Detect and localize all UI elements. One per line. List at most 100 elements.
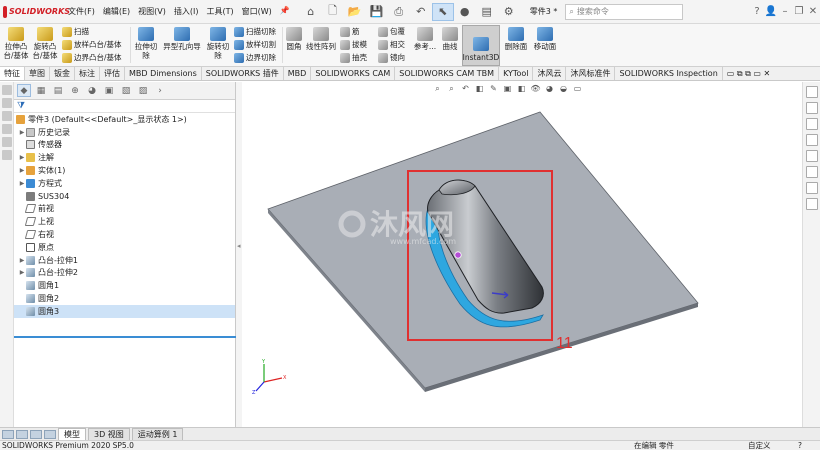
tab-mufeng-cloud[interactable]: 沐风云 <box>533 67 567 80</box>
revolve-boss-button[interactable]: 旋转凸 台/基体 <box>31 27 59 60</box>
expand-arrow-icon[interactable]: ▶ <box>18 129 26 136</box>
property-manager-tab-icon[interactable]: ▦ <box>34 84 48 97</box>
draft-button[interactable]: 拔模 <box>340 38 367 51</box>
tree-item-fillet3[interactable]: 圆角3 <box>14 304 235 318</box>
move-face-button[interactable]: 移动面 <box>530 27 560 51</box>
expand-arrow-icon[interactable]: ▶ <box>18 154 26 161</box>
extrude-boss-button[interactable]: 拉伸凸 台/基体 <box>2 27 30 60</box>
search-commands-input[interactable]: ⌕ 搜索命令 <box>565 3 684 20</box>
boundary-cut-button[interactable]: 边界切除 <box>234 51 276 64</box>
lofted-cut-button[interactable]: 放样切割 <box>234 38 276 51</box>
collapse-arrow-icon[interactable]: ◂ <box>237 242 241 250</box>
display-manager-tab-icon[interactable]: ◕ <box>85 84 99 97</box>
last-tab-nav-icon[interactable] <box>44 429 56 439</box>
expand-arrow-icon[interactable]: ▶ <box>18 269 26 276</box>
tab-evaluate[interactable]: 评估 <box>100 67 125 80</box>
intersect-button[interactable]: 相交 <box>378 38 405 51</box>
appearances-icon[interactable] <box>806 150 818 162</box>
pivot-point-marker[interactable] <box>454 251 462 259</box>
tree-item-boss-extrude2[interactable]: ▶ 凸台-拉伸2 <box>14 267 235 280</box>
tab-model[interactable]: 模型 <box>58 428 86 440</box>
dimxpert-tab-icon[interactable]: ⊕ <box>68 84 82 97</box>
menu-file[interactable]: 文件(F) <box>64 6 99 17</box>
select-pointer-icon[interactable]: ⬉ <box>431 2 454 21</box>
tree-item-fillet2[interactable]: 圆角2 <box>14 292 235 305</box>
revolve-cut-button[interactable]: 旋转切 除 <box>204 27 232 60</box>
solidworks-resources-icon[interactable] <box>806 86 818 98</box>
3dexperience-icon[interactable] <box>806 182 818 194</box>
tree-item-solid-bodies[interactable]: ▶ 实体(1) <box>14 164 235 177</box>
tab-inspection[interactable]: SOLIDWORKS Inspection <box>615 67 723 80</box>
next-tab-nav-icon[interactable] <box>30 429 42 439</box>
help-icon[interactable]: ? <box>798 441 802 450</box>
tab-mbd-dimensions[interactable]: MBD Dimensions <box>125 67 202 80</box>
rebuild-icon[interactable]: ● <box>454 3 476 21</box>
delete-face-button[interactable]: 删除面 <box>503 27 529 51</box>
cam-tbm-tab-icon[interactable]: ▧ <box>119 84 133 97</box>
tab-cam-tbm[interactable]: SOLIDWORKS CAM TBM <box>395 67 500 80</box>
home-icon[interactable]: ⌂ <box>300 3 322 21</box>
inspection-tab-icon[interactable]: ▨ <box>136 84 150 97</box>
pin-icon[interactable]: 📌 <box>276 6 294 17</box>
feature-tree-tab-icon[interactable]: ◆ <box>17 84 31 97</box>
tab-sketch[interactable]: 草图 <box>25 67 50 80</box>
graphics-viewport[interactable]: ⌕ ⌕ ↶ ◧ ✎ ▣ ◧ 👁 ◕ ◒ ▭ 11 沐风网 www.mfcad.c… <box>242 82 802 427</box>
tab-sheet-metal[interactable]: 钣金 <box>50 67 75 80</box>
tree-item-history[interactable]: ▶ 历史记录 <box>14 126 235 139</box>
fillet-button[interactable]: 圆角 <box>284 27 304 51</box>
options-gear-icon[interactable]: ⚙ <box>498 3 520 21</box>
cam-tab-icon[interactable]: ▣ <box>102 84 116 97</box>
swept-cut-button[interactable]: 扫描切除 <box>234 25 276 38</box>
tree-item-origin[interactable]: 原点 <box>14 241 235 254</box>
menu-view[interactable]: 视图(V) <box>134 6 170 17</box>
view-palette-icon[interactable] <box>806 134 818 146</box>
menu-tools[interactable]: 工具(T) <box>202 6 237 17</box>
tree-item-sensors[interactable]: 传感器 <box>14 139 235 152</box>
minimize-icon[interactable]: – <box>778 6 792 17</box>
file-explorer-icon[interactable] <box>806 118 818 130</box>
tab-mufeng-parts[interactable]: 沐风标准件 <box>566 67 616 80</box>
new-document-icon[interactable]: 🗋 <box>322 3 344 21</box>
wrap-button[interactable]: 包覆 <box>378 25 405 38</box>
expand-arrow-icon[interactable]: ▶ <box>18 180 26 187</box>
tab-features[interactable]: 特征 <box>0 67 25 80</box>
rollback-bar[interactable] <box>14 336 236 338</box>
file-properties-icon[interactable]: ▤ <box>476 3 498 21</box>
status-units[interactable]: 自定义 <box>748 441 771 450</box>
instant3d-button[interactable]: Instant3D <box>462 25 500 66</box>
configuration-tab-icon[interactable]: ▤ <box>51 84 65 97</box>
design-library-icon[interactable] <box>806 102 818 114</box>
tree-item-front-plane[interactable]: 前视 <box>14 203 235 216</box>
menu-edit[interactable]: 编辑(E) <box>99 6 134 17</box>
boundary-boss-button[interactable]: 边界凸台/基体 <box>62 51 122 64</box>
custom-properties-icon[interactable] <box>806 166 818 178</box>
tree-item-boss-extrude1[interactable]: ▶ 凸台-拉伸1 <box>14 254 235 267</box>
toolbar-tool-icon[interactable] <box>2 85 12 95</box>
tree-item-equations[interactable]: ▶ 方程式 <box>14 177 235 190</box>
tree-item-fillet1[interactable]: 圆角1 <box>14 279 235 292</box>
first-tab-nav-icon[interactable] <box>2 429 14 439</box>
close-icon[interactable]: ✕ <box>806 6 820 17</box>
window-tile-icons[interactable]: ▭ ⧉ ⧉ ▭ ✕ <box>723 67 774 80</box>
tree-item-annotations[interactable]: ▶ 注解 <box>14 151 235 164</box>
sweep-button[interactable]: 扫描 <box>62 25 89 38</box>
user-icon[interactable]: 👤 <box>764 6 778 17</box>
save-icon[interactable]: 💾 <box>366 3 388 21</box>
linear-pattern-button[interactable]: 线性阵列 <box>305 27 337 51</box>
open-icon[interactable]: 📂 <box>344 3 366 21</box>
toolbar-tool-icon[interactable] <box>2 98 12 108</box>
tree-item-right-plane[interactable]: 右视 <box>14 228 235 241</box>
tab-3d-views[interactable]: 3D 视图 <box>88 428 130 440</box>
undo-icon[interactable]: ↶ <box>410 3 432 21</box>
hole-wizard-button[interactable]: 异型孔向导 <box>161 27 203 51</box>
toolbar-tool-icon[interactable] <box>2 124 12 134</box>
menu-insert[interactable]: 插入(I) <box>170 6 203 17</box>
toolbar-tool-icon[interactable] <box>2 150 12 160</box>
toolbar-tool-icon[interactable] <box>2 137 12 147</box>
forum-icon[interactable] <box>806 198 818 210</box>
prev-tab-nav-icon[interactable] <box>16 429 28 439</box>
expand-tabs-icon[interactable]: › <box>153 84 167 97</box>
restore-icon[interactable]: ❐ <box>792 6 806 17</box>
tab-addins[interactable]: SOLIDWORKS 插件 <box>202 67 284 80</box>
tree-item-top-plane[interactable]: 上视 <box>14 215 235 228</box>
